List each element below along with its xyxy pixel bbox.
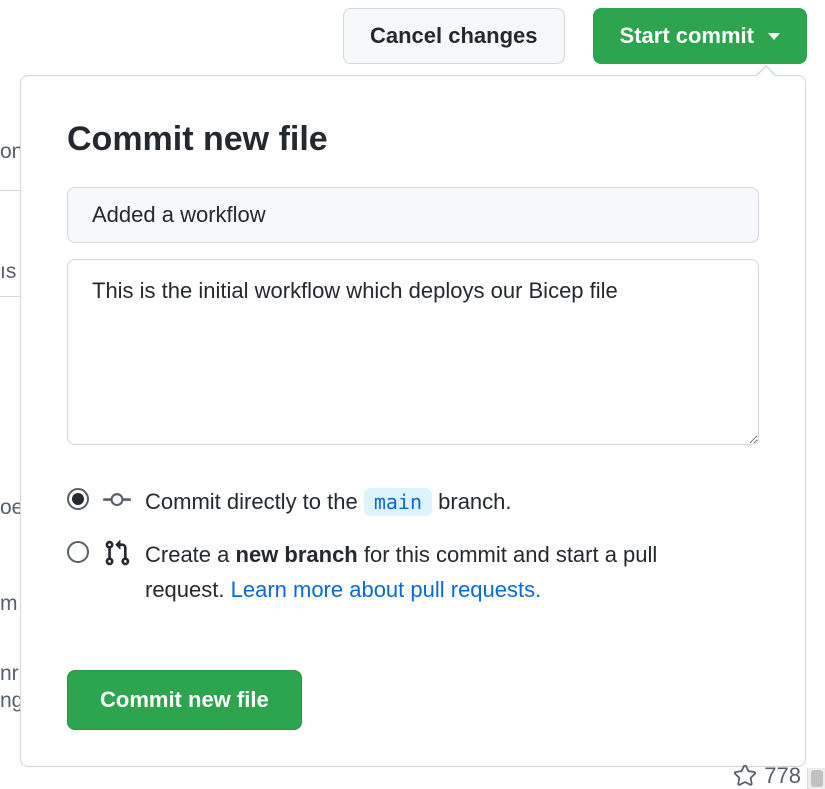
commit-new-file-button[interactable]: Commit new file: [67, 670, 302, 730]
star-count: 778: [764, 763, 801, 789]
commit-new-branch-text: Create a new branch for this commit and …: [145, 537, 715, 607]
divider: [0, 190, 20, 191]
cancel-button[interactable]: Cancel changes: [343, 8, 565, 64]
commit-popover: Commit new file This is the initial work…: [20, 75, 806, 767]
caret-down-icon: [768, 33, 780, 40]
commit-direct-text: Commit directly to the main branch.: [145, 484, 512, 519]
commit-new-branch-option[interactable]: Create a new branch for this commit and …: [67, 537, 759, 607]
star-icon: [734, 765, 756, 787]
git-commit-icon: [103, 486, 131, 514]
star-count-row: 778: [734, 763, 801, 789]
bg-text-fragment: m: [0, 590, 18, 617]
learn-more-link[interactable]: Learn more about pull requests.: [231, 577, 542, 602]
commit-summary-input[interactable]: [67, 187, 759, 243]
scrollbar-track[interactable]: [807, 768, 825, 789]
start-commit-button[interactable]: Start commit: [593, 8, 807, 64]
commit-description-textarea[interactable]: This is the initial workflow which deplo…: [67, 259, 759, 445]
scrollbar-thumb[interactable]: [811, 770, 823, 787]
branch-badge: main: [364, 488, 432, 516]
radio-selected[interactable]: [67, 488, 89, 510]
top-action-bar: Cancel changes Start commit: [343, 8, 807, 64]
commit-direct-option[interactable]: Commit directly to the main branch.: [67, 484, 759, 519]
divider: [0, 296, 20, 297]
popover-title: Commit new file: [67, 120, 759, 159]
radio-unselected[interactable]: [67, 541, 89, 563]
bg-text-fragment: ıs: [0, 258, 16, 285]
git-pull-request-icon: [103, 539, 131, 567]
start-commit-label: Start commit: [620, 23, 754, 49]
